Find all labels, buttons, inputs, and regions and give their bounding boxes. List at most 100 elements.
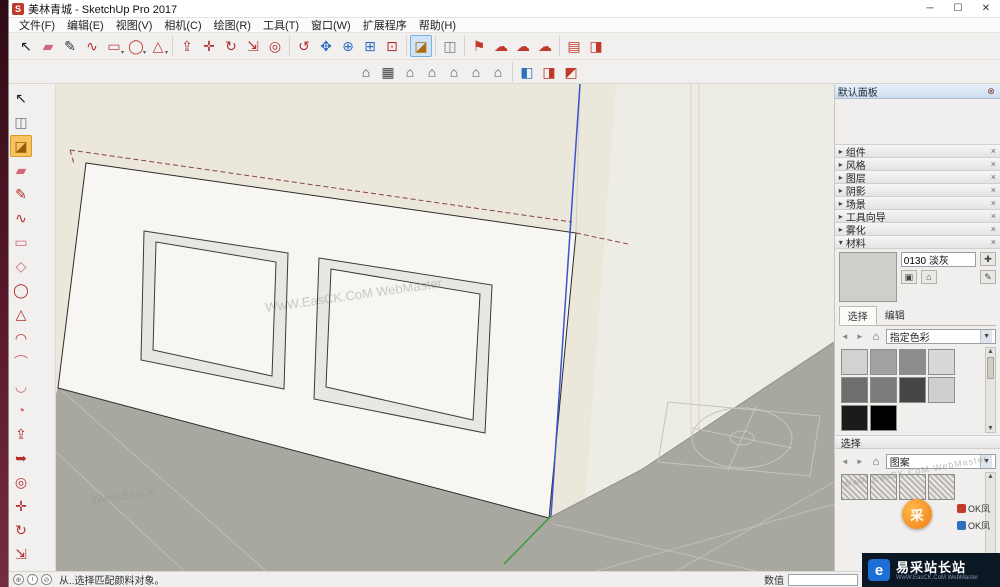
color-swatch-5[interactable] xyxy=(870,377,897,403)
section-close-icon[interactable]: × xyxy=(991,237,996,247)
two-point-arc-icon[interactable]: ⌒ xyxy=(10,351,32,373)
zoom-icon[interactable]: ⊕ xyxy=(337,35,359,57)
extension-warehouse-icon[interactable]: ☁ xyxy=(534,35,556,57)
collection-dropdown[interactable]: 指定色彩 ▼ xyxy=(886,329,996,344)
pattern-swatch-3[interactable] xyxy=(928,474,955,500)
section-close-icon[interactable]: × xyxy=(991,172,996,182)
section-close-icon[interactable]: × xyxy=(991,224,996,234)
scale-icon[interactable]: ⇲ xyxy=(10,543,32,565)
share-model-icon[interactable]: ☁ xyxy=(512,35,534,57)
paint-bucket-icon[interactable]: ◪ xyxy=(410,35,432,57)
measurements-input[interactable] xyxy=(788,574,858,586)
polygon-icon[interactable]: △ xyxy=(10,303,32,325)
swatch-scrollbar[interactable]: ▲ ▼ xyxy=(985,347,996,433)
freehand-icon[interactable]: ∿ xyxy=(81,35,103,57)
pan-icon[interactable]: ✥ xyxy=(315,35,337,57)
material-name-field[interactable] xyxy=(901,252,976,267)
push-pull-icon[interactable]: ⇪ xyxy=(176,35,198,57)
menu-item-3[interactable]: 相机(C) xyxy=(158,17,207,33)
polygon-icon[interactable]: △▾ xyxy=(147,35,169,57)
arc-icon[interactable]: ◠ xyxy=(10,327,32,349)
tab-edit[interactable]: 编辑 xyxy=(877,306,913,325)
rectangle-icon[interactable]: ▭ xyxy=(10,231,32,253)
color-swatch-4[interactable] xyxy=(841,377,868,403)
rectangle-icon[interactable]: ▭▾ xyxy=(103,35,125,57)
menu-item-7[interactable]: 扩展程序 xyxy=(357,17,413,33)
front-view-icon[interactable]: ⌂ xyxy=(399,61,421,83)
color-swatch-8[interactable] xyxy=(841,405,868,431)
circle-icon[interactable]: ◯▾ xyxy=(125,35,147,57)
maximize-button[interactable]: ☐ xyxy=(944,0,972,17)
color-swatch-9[interactable] xyxy=(870,405,897,431)
view-cube-iso-icon[interactable]: ◨ xyxy=(538,61,560,83)
follow-me-icon[interactable]: ➥ xyxy=(10,447,32,469)
scroll-up-icon[interactable]: ▲ xyxy=(987,348,994,355)
menu-item-5[interactable]: 工具(T) xyxy=(257,17,305,33)
bottom-view-icon[interactable]: ⌂ xyxy=(487,61,509,83)
add-location-icon[interactable]: ⚑ xyxy=(468,35,490,57)
color-swatch-3[interactable] xyxy=(928,349,955,375)
move-icon[interactable]: ✛ xyxy=(10,495,32,517)
eraser-icon[interactable]: ▰ xyxy=(37,35,59,57)
style-builder-icon[interactable]: ◨ xyxy=(585,35,607,57)
line-icon[interactable]: ✎ xyxy=(59,35,81,57)
close-button[interactable]: ✕ xyxy=(972,0,1000,17)
section-plane-icon[interactable]: ◫ xyxy=(439,35,461,57)
zoom-window-icon[interactable]: ⊞ xyxy=(359,35,381,57)
layout-icon[interactable]: ▤ xyxy=(563,35,585,57)
menu-item-4[interactable]: 绘图(R) xyxy=(208,17,257,33)
scroll-up-icon[interactable]: ▲ xyxy=(987,473,994,480)
freehand-icon[interactable]: ∿ xyxy=(10,207,32,229)
section-close-icon[interactable]: × xyxy=(991,146,996,156)
panel-header[interactable]: 默认面板 ⊗ xyxy=(835,84,1000,99)
material-preview[interactable] xyxy=(839,252,897,302)
line-icon[interactable]: ✎ xyxy=(10,183,32,205)
left-view-icon[interactable]: ⌂ xyxy=(443,61,465,83)
paint-bucket-icon[interactable]: ◪ xyxy=(10,135,32,157)
push-pull-icon[interactable]: ⇪ xyxy=(10,423,32,445)
menu-item-6[interactable]: 窗口(W) xyxy=(305,17,357,33)
offset-icon[interactable]: ◎ xyxy=(264,35,286,57)
color-swatch-0[interactable] xyxy=(841,349,868,375)
claim-status-icon[interactable]: ⊘ xyxy=(41,574,52,585)
section-close-icon[interactable]: × xyxy=(991,198,996,208)
iso-view-icon[interactable]: ⌂ xyxy=(355,61,377,83)
color-swatch-6[interactable] xyxy=(899,377,926,403)
in-model-icon[interactable]: ⌂ xyxy=(869,331,883,343)
offset-icon[interactable]: ◎ xyxy=(10,471,32,493)
credits-icon[interactable]: i xyxy=(27,574,38,585)
display-secondary-pane-icon[interactable]: ▣ xyxy=(901,270,917,284)
geolocation-icon[interactable]: ⊕ xyxy=(13,574,24,585)
back-arrow-icon[interactable]: ◄ xyxy=(839,456,851,468)
section-close-icon[interactable]: × xyxy=(991,185,996,195)
sample-paint-icon[interactable]: ✎ xyxy=(980,270,996,284)
menu-item-0[interactable]: 文件(F) xyxy=(13,17,61,33)
circle-icon[interactable]: ◯ xyxy=(10,279,32,301)
section-close-icon[interactable]: × xyxy=(991,211,996,221)
menu-item-8[interactable]: 帮助(H) xyxy=(413,17,462,33)
home-icon[interactable]: ⌂ xyxy=(921,270,937,284)
panel-close-icon[interactable]: ⊗ xyxy=(985,86,997,97)
select-icon[interactable]: ↖ xyxy=(15,35,37,57)
back-view-icon[interactable]: ⌂ xyxy=(421,61,443,83)
title-bar[interactable]: S 美林青城 - SketchUp Pro 2017 ─ ☐ ✕ xyxy=(9,0,1000,18)
3d-warehouse-icon[interactable]: ☁ xyxy=(490,35,512,57)
orbit-icon[interactable]: ↺ xyxy=(293,35,315,57)
view-cube-axes-icon[interactable]: ◩ xyxy=(560,61,582,83)
back-arrow-icon[interactable]: ◄ xyxy=(839,331,851,343)
right-view-icon[interactable]: ⌂ xyxy=(465,61,487,83)
eraser-icon[interactable]: ▰ xyxy=(10,159,32,181)
forward-arrow-icon[interactable]: ► xyxy=(854,331,866,343)
forward-arrow-icon[interactable]: ► xyxy=(854,456,866,468)
zoom-extents-icon[interactable]: ⊡ xyxy=(381,35,403,57)
create-material-icon[interactable]: ✚ xyxy=(980,252,996,266)
move-icon[interactable]: ✛ xyxy=(198,35,220,57)
color-swatch-1[interactable] xyxy=(870,349,897,375)
select-subsection-header[interactable]: 选择 xyxy=(835,435,1000,449)
make-component-icon[interactable]: ◫ xyxy=(10,111,32,133)
select-icon[interactable]: ↖ xyxy=(10,87,32,109)
tab-select[interactable]: 选择 xyxy=(839,306,877,325)
view-cube-front-icon[interactable]: ◧ xyxy=(516,61,538,83)
model-viewport[interactable]: WwW.EasCK.CoM WebMaster WwW.EasCK xyxy=(56,84,834,571)
pie-icon[interactable]: ◔ xyxy=(10,399,32,421)
